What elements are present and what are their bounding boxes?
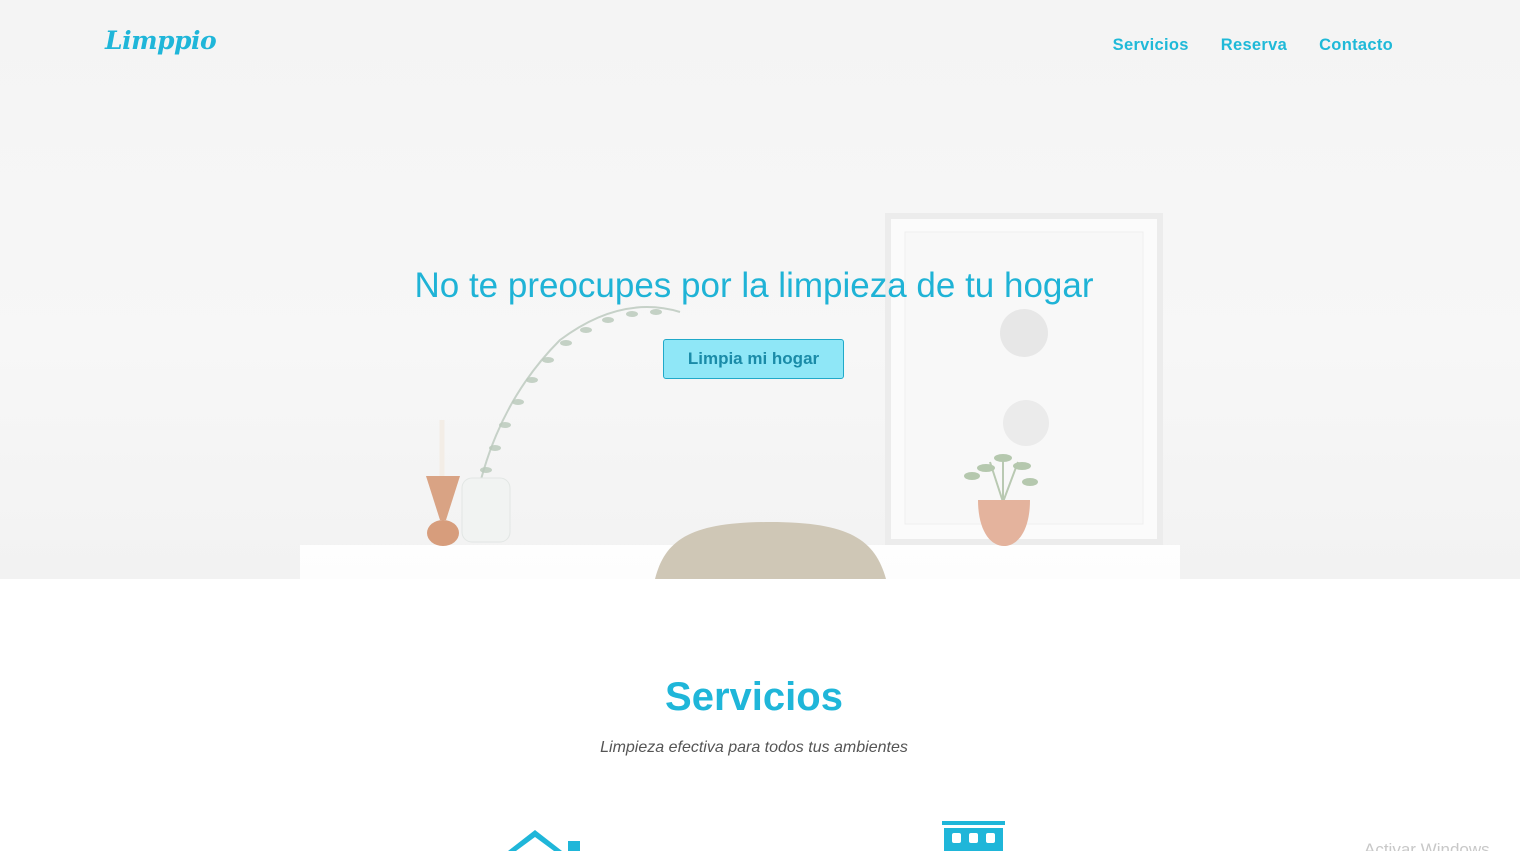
page: Limppio Servicios Reserva Contacto No te… [0,0,1520,851]
building-icon [942,821,1005,851]
nav-item-reserva[interactable]: Reserva [1221,36,1287,55]
hero-title: No te preocupes por la limpieza de tu ho… [414,266,1094,305]
navbar: Limppio Servicios Reserva Contacto [0,0,1520,92]
hero-section: Limppio Servicios Reserva Contacto No te… [0,0,1520,579]
brand-logo[interactable]: Limppio [105,26,217,55]
services-subtitle: Limpieza efectiva para todos tus ambient… [600,739,908,756]
house-icon [508,830,580,851]
nav-item-contacto[interactable]: Contacto [1319,36,1393,55]
nav-item-servicios[interactable]: Servicios [1113,36,1189,55]
windows-activation-watermark: Activar Windows [1364,840,1490,851]
nav-links: Servicios Reserva Contacto [1113,36,1393,55]
services-title: Servicios [665,675,843,719]
cta-button[interactable]: Limpia mi hogar [663,339,844,379]
